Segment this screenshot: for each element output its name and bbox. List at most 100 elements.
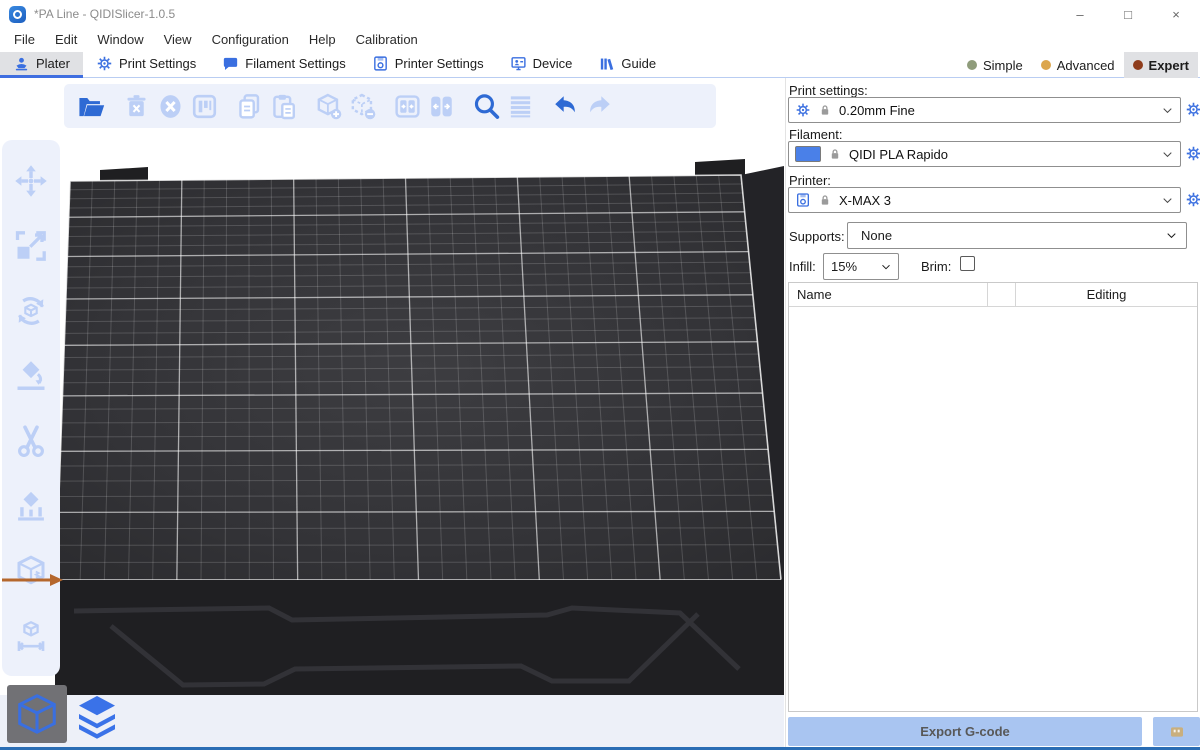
- measure-tool[interactable]: [11, 616, 51, 656]
- split-to-parts-button[interactable]: [424, 89, 458, 123]
- printer-value: X-MAX 3: [839, 193, 891, 208]
- variable-layer-height-button[interactable]: [503, 89, 537, 123]
- undo-button[interactable]: [548, 89, 582, 123]
- chevron-down-icon: [1161, 104, 1174, 117]
- filament-label: Filament:: [789, 127, 842, 142]
- remove-instance-button[interactable]: [345, 89, 379, 123]
- filament-gear-button[interactable]: [1185, 145, 1200, 162]
- move-tool[interactable]: [11, 161, 51, 201]
- window-title: *PA Line - QIDISlicer-1.0.5: [34, 7, 175, 21]
- rotate-tool[interactable]: [11, 291, 51, 331]
- menu-window[interactable]: Window: [87, 28, 153, 52]
- delete-button[interactable]: [119, 89, 153, 123]
- cube-view-icon: [14, 691, 60, 737]
- export-to-sd-button[interactable]: [1153, 717, 1200, 746]
- mode-label: Advanced: [1057, 58, 1115, 73]
- device-icon: [510, 55, 527, 72]
- brim-checkbox[interactable]: [960, 256, 975, 271]
- print-settings-gear-button[interactable]: [1185, 101, 1200, 118]
- menu-edit[interactable]: Edit: [45, 28, 87, 52]
- printer-select[interactable]: X-MAX 3: [788, 187, 1181, 213]
- layers-view-icon: [73, 692, 121, 740]
- place-on-face-icon: [13, 358, 49, 394]
- column-editing: Editing: [1016, 287, 1197, 302]
- settings-panel: Print settings: 0.20mm Fine Filament: QI…: [785, 78, 1200, 750]
- layer-height-icon: [506, 92, 535, 121]
- print-settings-icon: [96, 55, 113, 72]
- paste-icon: [269, 92, 298, 121]
- close-button[interactable]: ×: [1152, 0, 1200, 28]
- tab-device[interactable]: Device: [497, 52, 586, 78]
- tab-print-settings[interactable]: Print Settings: [83, 52, 209, 78]
- redo-icon: [585, 92, 614, 121]
- menu-view[interactable]: View: [154, 28, 202, 52]
- cut-tool[interactable]: [11, 421, 51, 461]
- minimize-icon: –: [1076, 7, 1083, 22]
- search-icon: [472, 92, 501, 121]
- x-axis-arrow: [0, 572, 70, 588]
- mode-label: Expert: [1149, 58, 1189, 73]
- mode-selector: Simple Advanced Expert: [958, 52, 1200, 78]
- menu-file[interactable]: File: [4, 28, 45, 52]
- window-controls: – □ ×: [1056, 0, 1200, 28]
- delete-all-button[interactable]: [153, 89, 187, 123]
- qidislicer-window: { "window": { "title": "*PA Line - QIDIS…: [0, 0, 1200, 750]
- menu-configuration[interactable]: Configuration: [202, 28, 299, 52]
- filament-color-swatch: [795, 146, 821, 162]
- copy-button[interactable]: [232, 89, 266, 123]
- paint-supports-tool[interactable]: [11, 486, 51, 526]
- plater-toolbar: [64, 84, 716, 128]
- redo-button[interactable]: [582, 89, 616, 123]
- mode-advanced[interactable]: Advanced: [1032, 52, 1124, 78]
- search-button[interactable]: [469, 89, 503, 123]
- mode-expert[interactable]: Expert: [1124, 52, 1198, 78]
- tab-label: Print Settings: [119, 56, 196, 71]
- printer-settings-icon: [372, 55, 389, 72]
- print-profile-select[interactable]: 0.20mm Fine: [788, 97, 1181, 123]
- rotate-icon: [13, 293, 49, 329]
- print-profile-value: 0.20mm Fine: [839, 103, 915, 118]
- arrange-icon: [190, 92, 219, 121]
- tab-printer-settings[interactable]: Printer Settings: [359, 52, 497, 78]
- minimize-button[interactable]: –: [1056, 0, 1104, 28]
- mode-dot-icon: [1041, 60, 1051, 70]
- maximize-button[interactable]: □: [1104, 0, 1152, 28]
- menu-help[interactable]: Help: [299, 28, 346, 52]
- paste-button[interactable]: [266, 89, 300, 123]
- preview-view-button[interactable]: [69, 689, 125, 743]
- export-gcode-button[interactable]: Export G-code: [788, 717, 1142, 746]
- scale-tool[interactable]: [11, 226, 51, 266]
- printer-gear-button[interactable]: [1185, 191, 1200, 208]
- menu-calibration[interactable]: Calibration: [346, 28, 428, 52]
- tab-filament-settings[interactable]: Filament Settings: [209, 52, 358, 78]
- print-settings-label: Print settings:: [789, 83, 868, 98]
- column-name: Name: [789, 283, 988, 306]
- tab-guide[interactable]: Guide: [585, 52, 669, 78]
- measure-icon: [13, 618, 49, 654]
- 3d-editor-view-button[interactable]: [7, 685, 67, 743]
- filament-value: QIDI PLA Rapido: [849, 147, 948, 162]
- tab-plater[interactable]: Plater: [0, 52, 83, 78]
- open-project-button[interactable]: [74, 89, 108, 123]
- print-bed-scene: [0, 78, 784, 750]
- arrange-button[interactable]: [187, 89, 221, 123]
- mode-simple[interactable]: Simple: [958, 52, 1032, 78]
- undo-icon: [551, 92, 580, 121]
- tab-label: Filament Settings: [245, 56, 345, 71]
- filament-select[interactable]: QIDI PLA Rapido: [788, 141, 1181, 167]
- gear-icon: [795, 102, 811, 118]
- add-instance-button[interactable]: [311, 89, 345, 123]
- place-on-face-tool[interactable]: [11, 356, 51, 396]
- lock-icon: [828, 147, 842, 161]
- split-to-objects-button[interactable]: [390, 89, 424, 123]
- mode-label: Simple: [983, 58, 1023, 73]
- app-logo-icon: [9, 6, 26, 23]
- maximize-icon: □: [1124, 7, 1132, 22]
- infill-select[interactable]: 15%: [823, 253, 899, 280]
- delete-all-icon: [156, 92, 185, 121]
- filament-settings-icon: [222, 55, 239, 72]
- object-list: Name Editing: [788, 282, 1198, 712]
- scale-icon: [13, 228, 49, 264]
- supports-select[interactable]: None: [847, 222, 1187, 249]
- viewport-3d[interactable]: [0, 78, 784, 750]
